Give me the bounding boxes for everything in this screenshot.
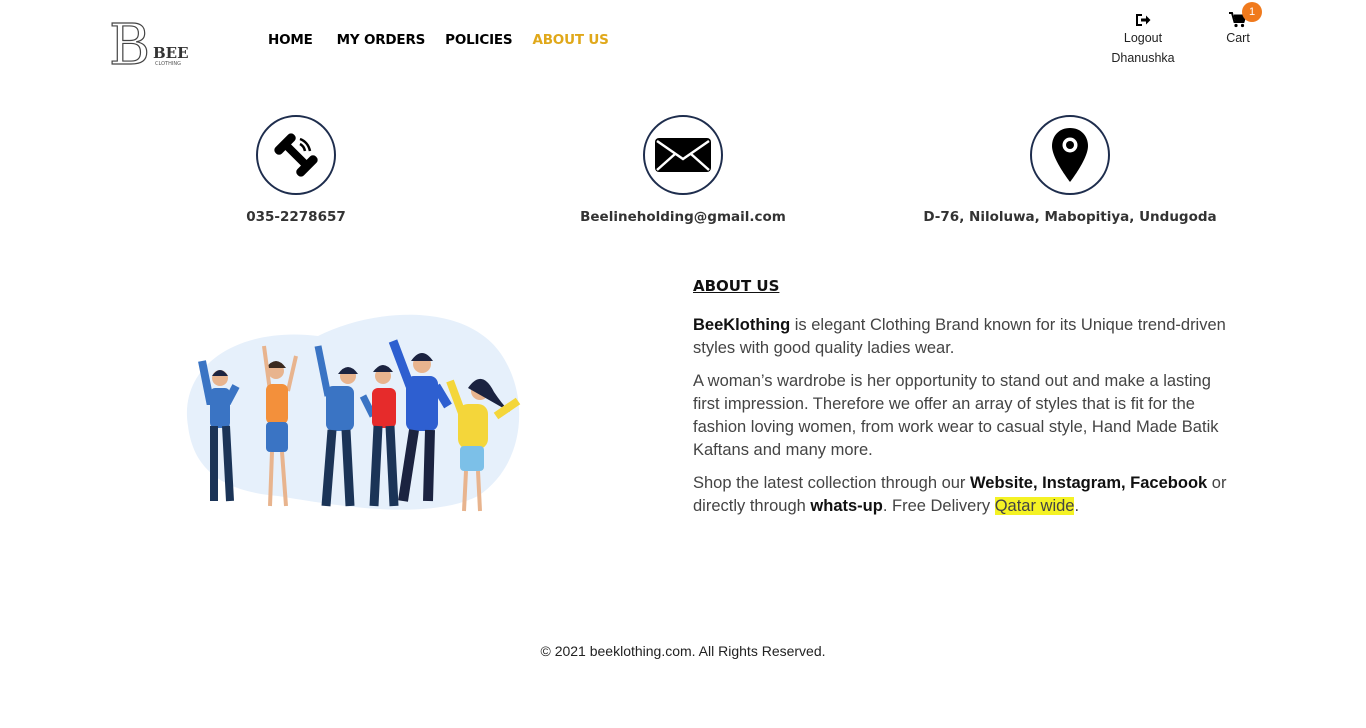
- nav-my-orders[interactable]: MY ORDERS: [337, 32, 426, 48]
- cart-button[interactable]: 1 Cart: [1218, 2, 1262, 48]
- nav-about-us[interactable]: ABOUT US: [532, 32, 608, 48]
- delivery-highlight: Qatar wide: [994, 497, 1075, 515]
- footer-copyright: © 2021 beeklothing.com. All Rights Reser…: [540, 643, 826, 659]
- main-nav: HOME MY ORDERS POLICIES ABOUT US: [268, 32, 609, 48]
- contact-address: D-76, Niloluwa, Mabopitiya, Undugoda: [910, 115, 1230, 225]
- about-p3-delivery: . Free Delivery: [882, 497, 995, 515]
- people-illustration: [186, 314, 521, 512]
- logout-button[interactable]: Logout Dhanushka: [1100, 12, 1186, 68]
- email-circle: [643, 115, 723, 195]
- about-heading: ABOUT US: [693, 277, 780, 295]
- nav-policies[interactable]: POLICIES: [445, 32, 512, 48]
- email-address: Beelineholding@gmail.com: [580, 209, 786, 225]
- about-paragraph-1: BeeKlothing is elegant Clothing Brand kn…: [693, 314, 1233, 360]
- phone-number: 035-2278657: [246, 209, 346, 225]
- about-p3-intro: Shop the latest collection through our: [693, 474, 971, 492]
- logout-icon: [1136, 14, 1151, 26]
- brand-name: BeeKlothing: [693, 316, 791, 334]
- contact-email: Beelineholding@gmail.com: [563, 115, 803, 225]
- phone-circle: [256, 115, 336, 195]
- brand-logo[interactable]: B BEE CLOTHING: [107, 12, 189, 68]
- location-pin-icon: [1052, 128, 1088, 182]
- logo-subtext: CLOTHING: [155, 61, 181, 67]
- cart-label: Cart: [1226, 31, 1250, 45]
- envelope-icon: [655, 138, 711, 172]
- logout-label: Logout: [1123, 31, 1163, 45]
- username: Dhanushka: [1111, 51, 1175, 65]
- cart-count-badge: 1: [1242, 2, 1262, 22]
- about-p3-end: .: [1074, 497, 1080, 515]
- channels-text: Website, Instagram, Facebook: [970, 474, 1208, 492]
- about-section: ABOUT US BeeKlothing is elegant Clothing…: [693, 276, 1233, 528]
- address-circle: [1030, 115, 1110, 195]
- whatsapp-text: whats-up: [810, 497, 883, 515]
- nav-home[interactable]: HOME: [268, 32, 313, 48]
- address-text: D-76, Niloluwa, Mabopitiya, Undugoda: [923, 209, 1217, 225]
- about-paragraph-2: A woman’s wardrobe is her opportunity to…: [693, 372, 1219, 459]
- svg-text:B: B: [109, 13, 150, 68]
- about-paragraph-3: Shop the latest collection through our W…: [693, 472, 1233, 518]
- contact-phone: 035-2278657: [196, 115, 396, 225]
- phone-icon: [274, 133, 318, 177]
- logo-text: BEE: [153, 44, 189, 62]
